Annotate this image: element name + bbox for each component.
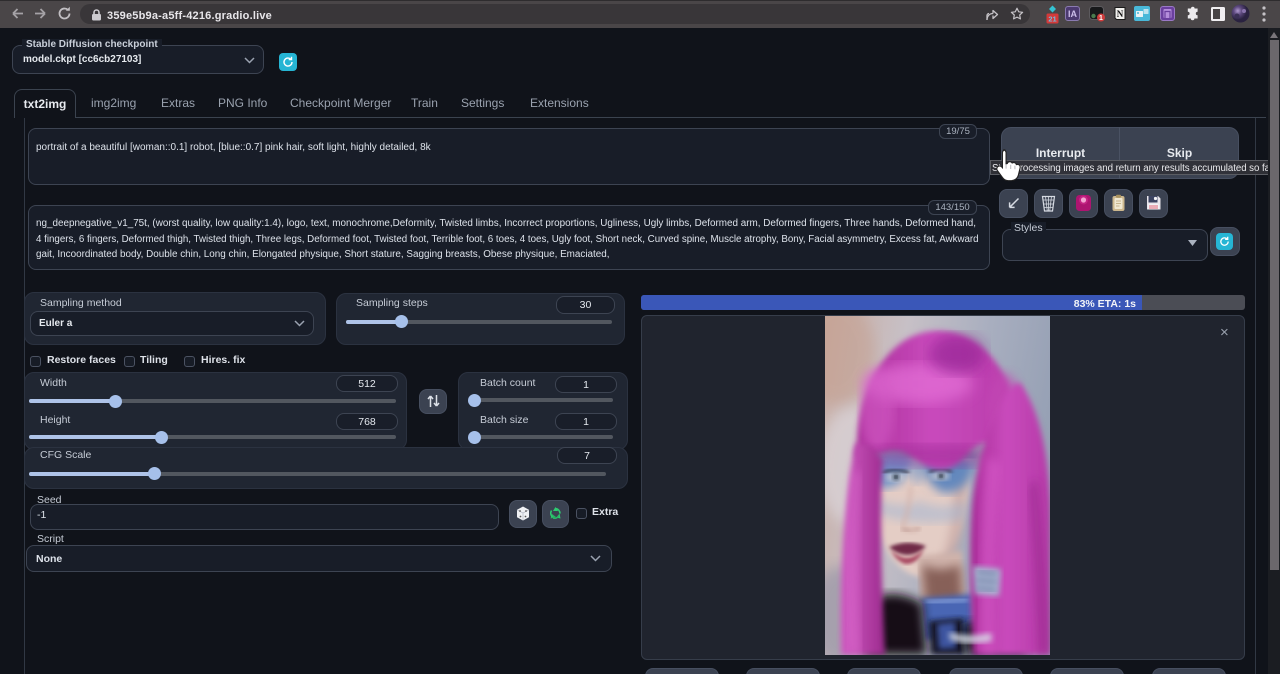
- svg-text:1: 1: [1099, 15, 1103, 22]
- svg-text:IA: IA: [1068, 9, 1078, 19]
- svg-text:N: N: [1117, 9, 1124, 19]
- svg-text:21: 21: [1048, 15, 1056, 24]
